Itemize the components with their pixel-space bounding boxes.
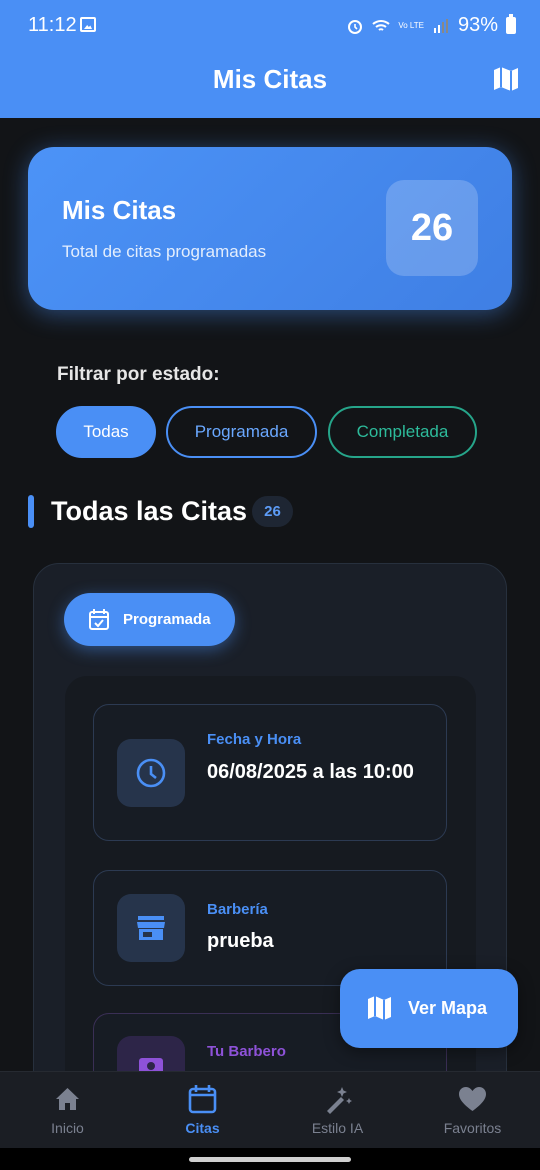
status-bar: 11:12 Vo LTE 93% bbox=[0, 0, 540, 52]
heart-icon bbox=[459, 1087, 486, 1111]
battery-percent: 93% bbox=[457, 14, 498, 36]
gallery-notification-icon bbox=[80, 17, 96, 32]
nav-item-estilo-ia[interactable]: Estilo IA bbox=[270, 1072, 405, 1149]
summary-card: Mis Citas Total de citas programadas 26 bbox=[28, 147, 512, 310]
signal-icon bbox=[433, 18, 448, 33]
status-label: Programada bbox=[123, 611, 211, 628]
view-map-label: Ver Mapa bbox=[408, 998, 488, 1018]
summary-subtitle: Total de citas programadas bbox=[62, 242, 267, 261]
clock-icon-box bbox=[117, 739, 185, 807]
app-bar: 11:12 Vo LTE 93% Mis Citas bbox=[0, 0, 540, 118]
date-time-row: Fecha y Hora 06/08/2025 a las 10:00 bbox=[93, 704, 447, 841]
date-time-value: 06/08/2025 a las 10:00 bbox=[207, 761, 414, 783]
nav-label-citas: Citas bbox=[185, 1120, 220, 1136]
page-title: Mis Citas bbox=[212, 64, 328, 94]
nav-label-favoritos: Favoritos bbox=[443, 1120, 502, 1136]
nav-label-inicio: Inicio bbox=[51, 1120, 84, 1136]
summary-title: Mis Citas bbox=[62, 195, 177, 225]
section-title: Todas las Citas bbox=[51, 496, 248, 526]
home-icon bbox=[56, 1088, 79, 1110]
view-map-button[interactable]: Ver Mapa bbox=[340, 969, 518, 1048]
section-count-badge: 26 bbox=[252, 496, 293, 527]
store-icon-box bbox=[117, 894, 185, 962]
volte-indicator: Vo LTE bbox=[398, 20, 424, 30]
map-icon bbox=[368, 996, 391, 1020]
system-navigation-bar bbox=[0, 1148, 540, 1170]
alarm-icon bbox=[348, 19, 363, 34]
nav-item-inicio[interactable]: Inicio bbox=[0, 1072, 135, 1149]
bottom-navigation: Inicio Citas Estilo IA Favoritos bbox=[0, 1071, 540, 1148]
barbershop-value: prueba bbox=[207, 930, 274, 952]
wifi-icon bbox=[372, 19, 390, 31]
calendar-icon bbox=[188, 1085, 217, 1114]
nav-item-citas[interactable]: Citas bbox=[135, 1072, 270, 1149]
magic-wand-icon bbox=[327, 1087, 352, 1114]
filter-chip-todas[interactable]: Todas bbox=[56, 406, 156, 458]
filter-label: Filtrar por estado: bbox=[57, 364, 220, 385]
calendar-check-icon bbox=[89, 609, 109, 630]
home-gesture-handle[interactable] bbox=[189, 1157, 351, 1162]
nav-label-estilo-ia: Estilo IA bbox=[311, 1120, 364, 1136]
clock-icon bbox=[136, 758, 166, 788]
date-time-label: Fecha y Hora bbox=[207, 731, 302, 748]
status-indicators: Vo LTE 93% bbox=[346, 14, 516, 37]
map-icon[interactable] bbox=[492, 66, 520, 92]
status-time: 11:12 bbox=[28, 14, 77, 36]
store-icon bbox=[137, 916, 165, 940]
nav-item-favoritos[interactable]: Favoritos bbox=[405, 1072, 540, 1149]
section-accent-bar bbox=[28, 495, 34, 528]
battery-icon bbox=[506, 14, 516, 34]
filter-chip-programada[interactable]: Programada bbox=[166, 406, 317, 458]
status-badge: Programada bbox=[64, 593, 235, 646]
filter-chip-completada[interactable]: Completada bbox=[328, 406, 477, 458]
barbershop-label: Barbería bbox=[207, 901, 268, 918]
total-count-badge: 26 bbox=[386, 180, 478, 276]
barber-label: Tu Barbero bbox=[207, 1043, 286, 1060]
